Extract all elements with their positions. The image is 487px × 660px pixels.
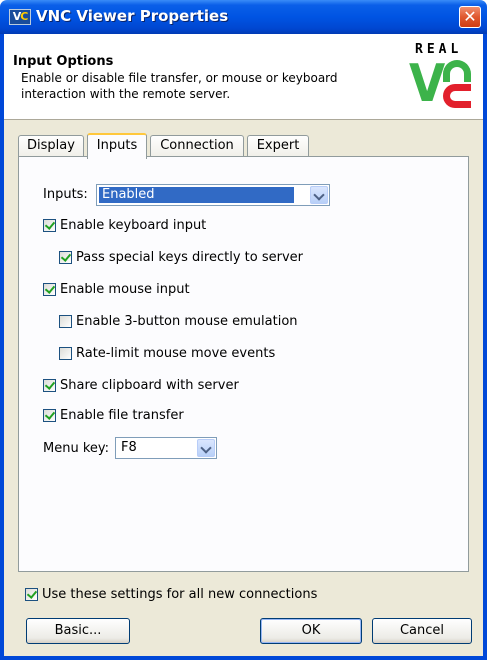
window-frame-right bbox=[483, 34, 487, 660]
dialog-header: Input Options Enable or disable file tra… bbox=[4, 34, 483, 120]
window-frame-bottom bbox=[0, 656, 487, 660]
checkbox-box[interactable] bbox=[59, 250, 72, 264]
checkbox-enable-file-transfer[interactable]: Enable file transfer bbox=[43, 407, 184, 423]
realvnc-logo: REAL V bbox=[409, 42, 481, 116]
menu-key-select[interactable]: F8 bbox=[115, 437, 217, 459]
checkbox-box[interactable] bbox=[43, 218, 56, 232]
vnc-logo-icon: VC bbox=[9, 9, 31, 25]
checkbox-box[interactable] bbox=[43, 378, 56, 392]
checkbox-share-clipboard[interactable]: Share clipboard with server bbox=[43, 377, 239, 393]
menu-key-value: F8 bbox=[121, 440, 137, 455]
logo-n-arch bbox=[443, 60, 471, 82]
checkbox-use-for-all-connections[interactable]: Use these settings for all new connectio… bbox=[25, 586, 317, 602]
chevron-down-icon[interactable] bbox=[310, 186, 328, 204]
checkbox-label: Use these settings for all new connectio… bbox=[42, 586, 318, 602]
logo-v-glyph: V bbox=[409, 54, 446, 114]
checkbox-3-button-emulation[interactable]: Enable 3-button mouse emulation bbox=[59, 313, 298, 329]
header-title: Input Options bbox=[13, 54, 114, 69]
cancel-button[interactable]: Cancel bbox=[372, 618, 472, 644]
checkbox-enable-keyboard[interactable]: Enable keyboard input bbox=[43, 217, 206, 233]
chevron-down-icon[interactable] bbox=[197, 439, 215, 457]
tab-display[interactable]: Display bbox=[18, 135, 84, 157]
inputs-select-value: Enabled bbox=[99, 187, 294, 203]
logo-c-arc bbox=[443, 84, 471, 108]
checkbox-box[interactable] bbox=[43, 408, 56, 422]
header-description: Enable or disable file transfer, or mous… bbox=[21, 71, 338, 101]
ok-button[interactable]: OK bbox=[260, 618, 362, 644]
checkbox-label: Rate-limit mouse move events bbox=[76, 345, 276, 361]
checkbox-enable-mouse[interactable]: Enable mouse input bbox=[43, 281, 190, 297]
vnc-viewer-properties-window: VC VNC Viewer Properties ✕ Input Options… bbox=[0, 0, 487, 660]
checkbox-label: Share clipboard with server bbox=[60, 377, 239, 393]
inputs-tab-panel: Inputs: Enabled Enable keyboard input Pa… bbox=[18, 156, 469, 572]
checkbox-label: Enable mouse input bbox=[60, 281, 190, 297]
checkbox-pass-special-keys[interactable]: Pass special keys directly to server bbox=[59, 249, 303, 265]
checkbox-label: Pass special keys directly to server bbox=[76, 249, 303, 265]
app-icon-c: C bbox=[20, 10, 28, 23]
tab-expert[interactable]: Expert bbox=[247, 135, 309, 157]
checkbox-label: Enable keyboard input bbox=[60, 217, 207, 233]
checkbox-box[interactable] bbox=[59, 346, 72, 360]
basic-button[interactable]: Basic... bbox=[26, 618, 130, 644]
tab-inputs[interactable]: Inputs bbox=[87, 133, 147, 159]
menu-key-label: Menu key: bbox=[43, 441, 110, 456]
checkbox-label: Enable file transfer bbox=[60, 407, 184, 423]
title-bar[interactable]: VC VNC Viewer Properties ✕ bbox=[0, 0, 487, 34]
inputs-label: Inputs: bbox=[43, 187, 88, 202]
close-icon: ✕ bbox=[463, 7, 477, 26]
inputs-select[interactable]: Enabled bbox=[96, 184, 330, 206]
checkbox-label: Enable 3-button mouse emulation bbox=[76, 313, 298, 329]
checkbox-box[interactable] bbox=[59, 314, 72, 328]
window-title: VNC Viewer Properties bbox=[36, 7, 229, 25]
checkbox-box[interactable] bbox=[43, 282, 56, 296]
close-button[interactable]: ✕ bbox=[459, 6, 481, 28]
dialog-body: Display Inputs Connection Expert Inputs:… bbox=[4, 120, 483, 656]
checkbox-rate-limit-mouse[interactable]: Rate-limit mouse move events bbox=[59, 345, 275, 361]
tab-connection[interactable]: Connection bbox=[150, 135, 244, 157]
checkbox-box[interactable] bbox=[25, 587, 38, 601]
